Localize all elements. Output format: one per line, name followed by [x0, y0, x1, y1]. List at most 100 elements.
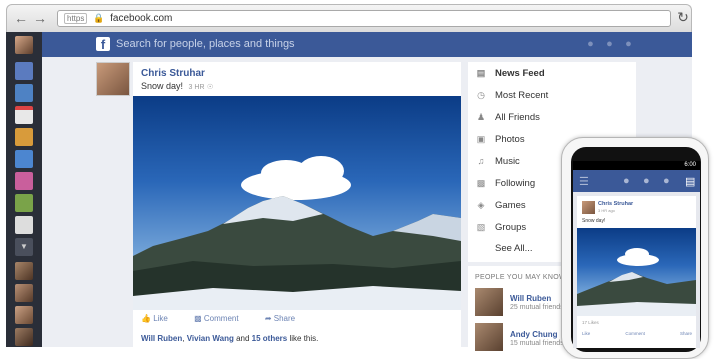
messages-icon[interactable]: ● [603, 38, 616, 51]
phone-post-text: Snow day! [582, 218, 606, 224]
avatar[interactable] [475, 288, 503, 316]
author-avatar[interactable] [96, 62, 130, 96]
liker-name[interactable]: Vivian Wang [187, 334, 234, 343]
phone-post-author[interactable]: Chris Struhar [598, 201, 633, 207]
menu-item-music[interactable]: ♫ Music [475, 152, 520, 170]
likes-suffix: like this. [289, 334, 319, 343]
pymk-title: PEOPLE YOU MAY KNOW [475, 274, 566, 281]
comment-label: Comment [203, 314, 239, 323]
avatar[interactable] [582, 201, 595, 214]
post-photo[interactable] [133, 96, 461, 310]
menu-item-most-recent[interactable]: ◷ Most Recent [475, 86, 548, 104]
events-icon[interactable] [15, 106, 33, 124]
like-label: Like [153, 314, 168, 323]
following-icon: ▩ [476, 178, 486, 188]
phone-likes[interactable]: 17 Likes [582, 320, 599, 325]
news-feed-icon[interactable] [15, 62, 33, 80]
menu-icon[interactable]: ☰ [579, 175, 589, 188]
phone-header: ☰ ● ● ● ▤ [573, 170, 700, 192]
facebook-logo[interactable]: f [96, 37, 110, 52]
friends-icon: ♟ [476, 112, 486, 122]
friend-avatar-icon[interactable] [15, 262, 33, 280]
search-icon[interactable] [15, 150, 33, 168]
friend-requests-icon[interactable]: ● [623, 175, 630, 187]
notifications-icon[interactable]: ● [622, 38, 635, 51]
reload-icon[interactable]: ↻ [675, 9, 691, 27]
post-actions: 👍 Like ▩ Comment ➦ Share [141, 314, 319, 323]
games-icon: ◈ [477, 200, 485, 210]
menu-item-all-friends[interactable]: ♟ All Friends [475, 108, 540, 126]
pymk-person-name[interactable]: Andy Chung [510, 330, 558, 339]
phone-post-time: 3 HR ago [598, 208, 615, 213]
like-button[interactable]: 👍 Like [141, 314, 180, 323]
phone-post-photo[interactable] [577, 228, 696, 316]
news-feed-post: Chris Struhar Snow day! 3 HR ☉ 👍 Like ▩ … [133, 62, 461, 347]
friend-avatar-icon[interactable] [15, 284, 33, 302]
app-icon[interactable] [15, 172, 33, 190]
phone-post: Chris Struhar 3 HR ago Snow day! 17 Like… [577, 196, 696, 348]
phone-status-bar: 6:00 [573, 161, 700, 170]
chevron-down-icon[interactable]: ▼ [15, 238, 33, 256]
comment-button[interactable]: Comment [625, 331, 645, 336]
url-scheme: https [64, 13, 88, 24]
likers-others[interactable]: 15 others [252, 334, 288, 343]
share-button[interactable]: ➦ Share [265, 314, 307, 323]
phone-screen: Chris Struhar 3 HR ago Snow day! 17 Like… [573, 192, 700, 348]
left-app-rail: ▼ [6, 32, 42, 347]
chat-icon[interactable]: ▤ [685, 175, 695, 188]
phone-post-actions: Like Comment Share [582, 331, 692, 336]
menu-item-news-feed[interactable]: ▤ News Feed [475, 64, 545, 82]
menu-label: See All... [495, 243, 533, 254]
menu-label: Following [495, 178, 536, 189]
share-button[interactable]: Share [680, 331, 692, 336]
arrow-right-icon[interactable]: → [32, 10, 48, 26]
pymk-person-name[interactable]: Will Ruben [510, 294, 551, 303]
menu-item-groups[interactable]: ▧ Groups [475, 218, 526, 236]
messages-icon[interactable] [15, 84, 33, 102]
menu-label: Music [495, 156, 520, 167]
post-timestamp[interactable]: 3 HR [189, 84, 205, 91]
menu-label: Games [495, 200, 526, 211]
search-input[interactable]: Search for people, places and things [116, 36, 295, 52]
arrow-left-icon[interactable]: ← [13, 10, 29, 26]
menu-label: Groups [495, 222, 527, 233]
notes-icon[interactable] [15, 216, 33, 234]
menu-label: All Friends [495, 112, 540, 123]
liker-name[interactable]: Will Ruben [141, 334, 182, 343]
clock-icon: ◷ [477, 90, 485, 100]
news-feed-icon: ▤ [476, 68, 486, 78]
post-message: Snow day! [141, 81, 184, 91]
friend-avatar-icon[interactable] [15, 306, 33, 324]
menu-label: Photos [495, 134, 525, 145]
facebook-header: f Search for people, places and things ●… [42, 32, 692, 57]
like-button[interactable]: Like [582, 331, 590, 336]
notifications-icon[interactable]: ● [663, 175, 670, 187]
pymk-mutual[interactable]: 15 mutual friends [510, 340, 564, 347]
share-label: Share [273, 314, 296, 323]
comment-button[interactable]: ▩ Comment [194, 314, 250, 323]
friend-requests-icon[interactable]: ● [584, 38, 597, 51]
pymk-mutual[interactable]: 25 mutual friends [510, 304, 564, 311]
menu-item-following[interactable]: ▩ Following [475, 174, 535, 192]
globe-icon: ☉ [207, 84, 214, 91]
menu-item-games[interactable]: ◈ Games [475, 196, 526, 214]
photos-icon[interactable] [15, 128, 33, 146]
browser-toolbar: ← → https 🔒 facebook.com ↻ [6, 4, 692, 32]
menu-item-see-all[interactable]: See All... [475, 240, 533, 258]
friend-avatar-icon[interactable] [15, 328, 33, 346]
post-author[interactable]: Chris Struhar [141, 68, 205, 79]
music-icon: ♫ [477, 156, 485, 166]
address-bar[interactable]: https 🔒 facebook.com [57, 10, 671, 27]
likes-and: and [236, 334, 250, 343]
games-icon[interactable] [15, 194, 33, 212]
profile-avatar-icon[interactable] [15, 36, 33, 54]
phone-device: 6:00 ☰ ● ● ● ▤ Chris Struhar 3 HR ago Sn… [561, 137, 709, 359]
menu-label: News Feed [495, 68, 545, 79]
menu-item-photos[interactable]: ▣ Photos [475, 130, 525, 148]
post-text: Snow day! 3 HR ☉ [141, 81, 213, 91]
photos-icon: ▣ [476, 134, 486, 144]
post-likes: Will Ruben, Vivian Wang and 15 others li… [141, 334, 319, 343]
phone-clock: 6:00 [684, 162, 696, 168]
messages-icon[interactable]: ● [643, 175, 650, 187]
lock-icon: 🔒 [93, 13, 105, 23]
